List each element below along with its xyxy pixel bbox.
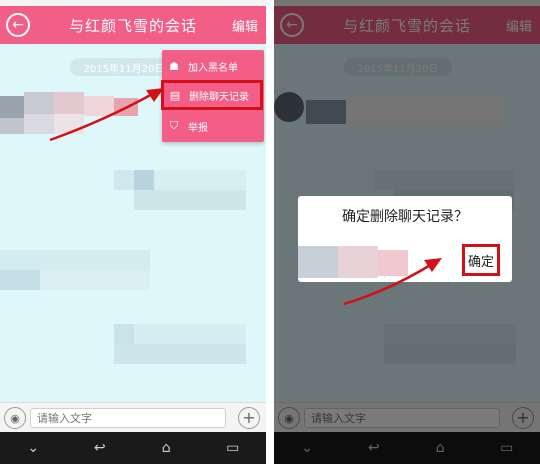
- voice-button[interactable]: ◉: [4, 407, 26, 429]
- dialog-title: 确定删除聊天记录？: [342, 209, 468, 225]
- message-bubble: [0, 250, 150, 290]
- android-nav-bar: ⌄ ↩ ⌂ ▭: [0, 432, 266, 464]
- composite-screenshot: ← 与红颜飞雪的会话 编辑 2015年11月20日 ☗ 加入黑名单 ▤ 删除聊天…: [0, 0, 540, 464]
- shield-icon: ⛉: [169, 119, 179, 132]
- input-bar: ◉ +: [0, 402, 266, 433]
- red-pointer-arrow: [49, 88, 164, 142]
- panel-separator: [266, 0, 274, 464]
- edit-dropdown-menu: ☗ 加入黑名单 ▤ 删除聊天记录 ⛉ 举报: [161, 50, 264, 142]
- menu-item-add-blacklist[interactable]: ☗ 加入黑名单: [166, 54, 260, 78]
- chevron-down-icon[interactable]: ⌄: [13, 440, 53, 456]
- pixelated-block: [154, 170, 246, 190]
- home-icon[interactable]: ⌂: [146, 440, 186, 456]
- pixelated-block: [0, 118, 24, 134]
- pixelated-block: [40, 270, 150, 290]
- back-arrow-icon: ←: [12, 17, 24, 33]
- user-block-icon: ☗: [169, 59, 179, 73]
- message-input[interactable]: [30, 408, 226, 428]
- more-button[interactable]: +: [238, 407, 260, 429]
- red-pointer-arrow: [343, 258, 442, 306]
- menu-item-report[interactable]: ⛉ 举报: [166, 114, 260, 138]
- pixelated-avatar: [0, 96, 24, 118]
- trash-icon: ▤: [169, 88, 181, 102]
- back-nav-icon[interactable]: ↩: [80, 440, 120, 456]
- page-title: 与红颜飞雪的会话: [68, 16, 197, 35]
- pixelated-block: [0, 270, 40, 290]
- confirm-button[interactable]: 确定: [462, 244, 500, 276]
- pixelated-block: [298, 246, 338, 278]
- pixelated-block: [0, 250, 150, 270]
- pixelated-block: [134, 190, 246, 210]
- plus-icon: +: [242, 408, 256, 427]
- menu-item-label: 删除聊天记录: [189, 91, 249, 103]
- header-bar: ← 与红颜飞雪的会话 编辑: [0, 6, 266, 44]
- back-button[interactable]: ←: [6, 13, 30, 37]
- message-bubble: [114, 324, 246, 364]
- pixelated-block: [114, 170, 134, 190]
- pixelated-block: [114, 344, 246, 364]
- voice-icon: ◉: [10, 411, 20, 425]
- right-phone-screen: ← 与红颜飞雪的会话 编辑 2015年11月20日 ◉: [274, 0, 540, 464]
- pixelated-block: [114, 324, 134, 344]
- edit-button[interactable]: 编辑: [232, 6, 258, 44]
- message-bubble: [114, 170, 246, 210]
- pixelated-block: [134, 324, 246, 344]
- left-phone-screen: ← 与红颜飞雪的会话 编辑 2015年11月20日 ☗ 加入黑名单 ▤ 删除聊天…: [0, 0, 266, 464]
- menu-item-label: 举报: [188, 122, 208, 134]
- menu-item-label: 加入黑名单: [188, 62, 238, 74]
- menu-item-delete-history[interactable]: ▤ 删除聊天记录: [161, 80, 263, 110]
- pixelated-block: [134, 170, 154, 190]
- recent-apps-icon[interactable]: ▭: [213, 440, 253, 456]
